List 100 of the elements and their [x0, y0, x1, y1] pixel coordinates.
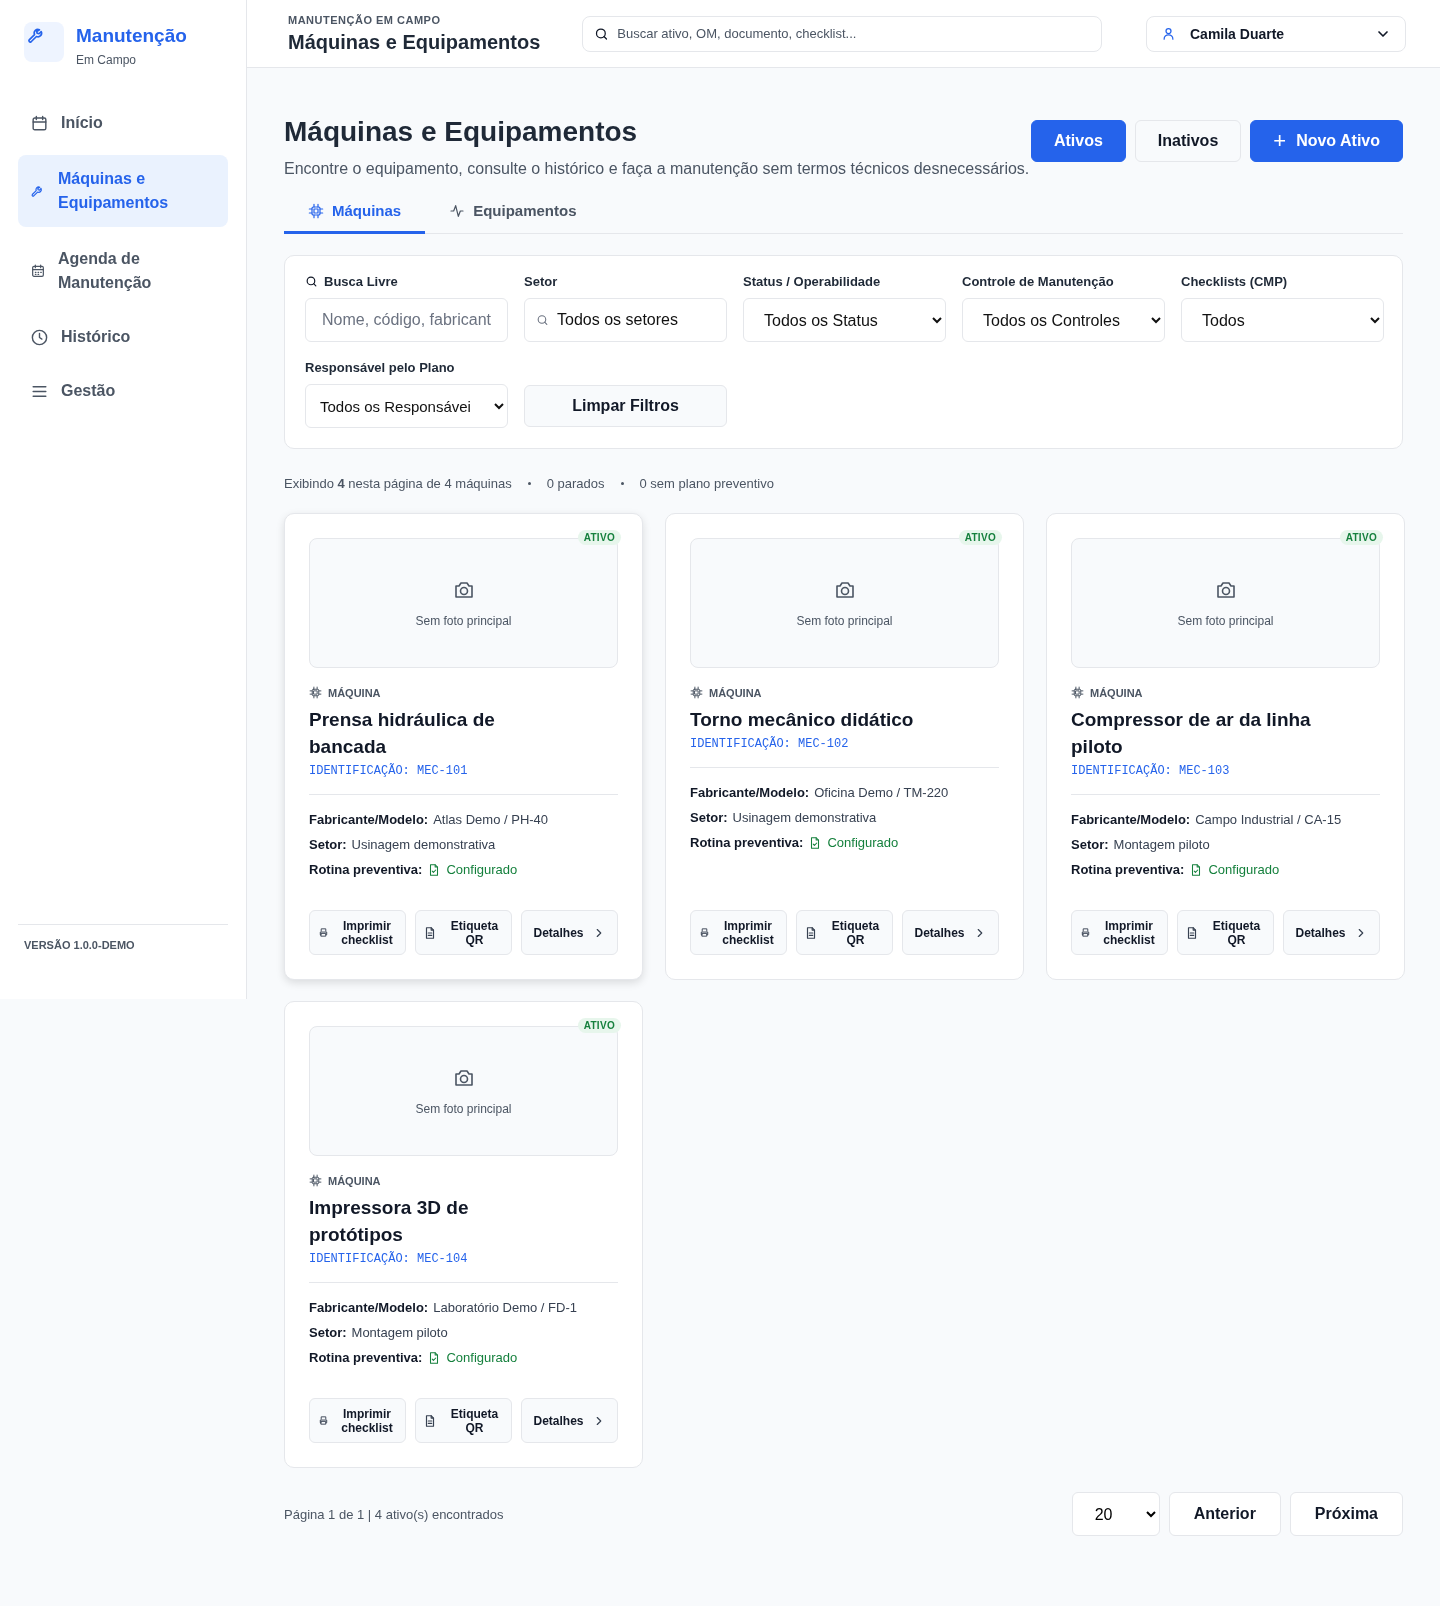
machine-id: IDENTIFICAÇÃO: MEC-103 — [1071, 764, 1231, 778]
printer-icon — [318, 1415, 329, 1426]
separator-dot — [527, 482, 531, 485]
card-action-button[interactable]: Detalhes — [521, 910, 618, 955]
pagination-info: Página 1 de 1 | 4 ativo(s) encontrados — [284, 1506, 504, 1522]
page-subtitle: Encontre o equipamento, consulte o histórico e faça a manutenção sem termos técnicos desnecessários. — [284, 160, 1030, 178]
summary-text: Exibindo 4 nesta página de 4 máquinas — [284, 476, 512, 491]
search-icon — [305, 275, 318, 288]
detail-label: Fabricante/Modelo: — [309, 811, 429, 829]
photo-caption: Sem foto principal — [796, 614, 893, 628]
card-action-button[interactable]: Detalhes — [1283, 910, 1380, 955]
machine-name: Torno mecânico didático — [690, 708, 915, 732]
detail-value: Atlas Demo / PH-40 — [433, 811, 549, 829]
select-field[interactable]: Todos os Controles — [962, 298, 1165, 342]
detail-label: Rotina preventiva: — [309, 861, 423, 879]
card-action-button[interactable]: Etiqueta QR — [415, 910, 512, 955]
calendar-icon — [30, 263, 46, 279]
filter-label: Checklists (CMP) — [1181, 274, 1288, 289]
nav-item[interactable]: Máquinas e Equipamentos — [18, 155, 228, 227]
calendar-icon — [30, 113, 49, 133]
chip-icon — [690, 686, 703, 699]
card-action-button[interactable]: Imprimir checklist — [690, 910, 787, 955]
user-icon — [1161, 26, 1176, 41]
card-action-button[interactable]: Detalhes — [521, 1398, 618, 1443]
user-menu[interactable]: Camila Duarte — [1146, 15, 1406, 52]
photo-caption: Sem foto principal — [415, 1102, 512, 1116]
header-eyebrow: MANUTENÇÃO EM CAMPO — [288, 13, 442, 26]
machine-id: IDENTIFICAÇÃO: MEC-101 — [309, 764, 469, 778]
photo-caption: Sem foto principal — [415, 614, 512, 628]
search-field[interactable]: Buscar ativo, OM, documento, checklist... — [582, 15, 1103, 52]
page-size-select[interactable]: 20 — [1071, 1492, 1160, 1536]
nav-item[interactable]: Agenda de Manutenção — [18, 237, 228, 305]
brand-subtitle: Em Campo — [76, 53, 138, 67]
select-field[interactable]: Todos — [1181, 298, 1384, 342]
type-label: MÁQUINA — [328, 686, 381, 699]
search-icon — [594, 26, 610, 41]
card-action-button[interactable]: Etiqueta QR — [415, 1398, 512, 1443]
pagination-button[interactable]: Próxima — [1289, 1492, 1403, 1536]
tab[interactable]: Máquinas — [284, 192, 426, 234]
nav-item[interactable]: Gestão — [18, 369, 228, 413]
machine-id: IDENTIFICAÇÃO: MEC-104 — [309, 1252, 469, 1266]
filter-label: Responsável pelo Plano — [305, 360, 455, 375]
card-action-button[interactable]: Detalhes — [902, 910, 999, 955]
printer-icon — [699, 927, 710, 938]
clock-icon — [30, 327, 49, 347]
card-action-button[interactable]: Etiqueta QR — [796, 910, 893, 955]
card-action-button[interactable]: Imprimir checklist — [309, 1398, 406, 1443]
status-badge: ATIVO — [577, 530, 621, 545]
filter-toggle-button[interactable]: Ativos — [1030, 120, 1126, 162]
brand-title: Manutenção — [76, 25, 187, 47]
chip-icon — [308, 202, 324, 219]
chip-icon — [309, 686, 322, 699]
chip-icon — [309, 1174, 322, 1187]
type-label: MÁQUINA — [328, 1174, 381, 1187]
input-field[interactable]: Nome, código, fabricant — [305, 298, 508, 342]
header-title: Máquinas e Equipamentos — [288, 30, 541, 54]
card-action-button[interactable]: Etiqueta QR — [1177, 910, 1274, 955]
machine-name: Impressora 3D de protótipos — [309, 1196, 470, 1247]
detail-label: Fabricante/Modelo: — [1071, 811, 1191, 829]
filter-toggle-button[interactable]: Inativos — [1134, 120, 1242, 162]
clear-filters-button[interactable]: Limpar Filtros — [524, 385, 727, 427]
version-label: VERSÃO 1.0.0-DEMO — [18, 924, 228, 979]
detail-label: Fabricante/Modelo: — [309, 1299, 429, 1317]
nav-item[interactable]: Início — [18, 101, 228, 145]
detail-label: Setor: — [1071, 836, 1109, 854]
card-action-button[interactable]: Imprimir checklist — [309, 910, 406, 955]
type-label: MÁQUINA — [1090, 686, 1143, 699]
detail-value: Configurado — [1208, 861, 1280, 879]
detail-value: Usinagem demonstrativa — [351, 836, 496, 854]
new-asset-button[interactable]: + Novo Ativo — [1250, 120, 1403, 162]
nav-item[interactable]: Histórico — [18, 315, 228, 359]
detail-value: Oficina Demo / TM-220 — [814, 784, 949, 802]
detail-label: Setor: — [690, 809, 728, 827]
detail-value: Configurado — [446, 1349, 518, 1367]
printer-icon — [318, 927, 329, 938]
pagination-button[interactable]: Anterior — [1168, 1492, 1281, 1536]
page-title: Máquinas e Equipamentos — [284, 116, 639, 148]
detail-value: Laboratório Demo / FD-1 — [433, 1299, 577, 1317]
filter-label: Setor — [524, 274, 558, 289]
detail-label: Setor: — [309, 1324, 347, 1342]
detail-value: Campo Industrial / CA-15 — [1195, 811, 1342, 829]
select-field[interactable]: Todos os Responsávei — [305, 384, 508, 428]
card-action-button[interactable]: Imprimir checklist — [1071, 910, 1168, 955]
detail-label: Fabricante/Modelo: — [690, 784, 810, 802]
summary-text: 0 parados — [546, 476, 605, 491]
detail-label: Rotina preventiva: — [1071, 861, 1185, 879]
filter-label: Status / Operabilidade — [743, 274, 881, 289]
search-field[interactable]: Todos os setores — [524, 298, 727, 342]
select-field[interactable]: Todos os Status — [743, 298, 946, 342]
detail-label: Rotina preventiva: — [690, 834, 804, 852]
search-icon — [536, 313, 549, 327]
machine-id: IDENTIFICAÇÃO: MEC-102 — [690, 737, 850, 751]
detail-value: Usinagem demonstrativa — [732, 809, 877, 827]
filter-label: Controle de Manutenção — [962, 274, 1114, 289]
status-badge: ATIVO — [577, 1018, 621, 1033]
machine-name: Prensa hidráulica de bancada — [309, 708, 496, 759]
printer-icon — [1080, 927, 1091, 938]
detail-value: Montagem piloto — [351, 1324, 448, 1342]
detail-value: Montagem piloto — [1113, 836, 1210, 854]
tab[interactable]: Equipamentos — [425, 192, 601, 234]
